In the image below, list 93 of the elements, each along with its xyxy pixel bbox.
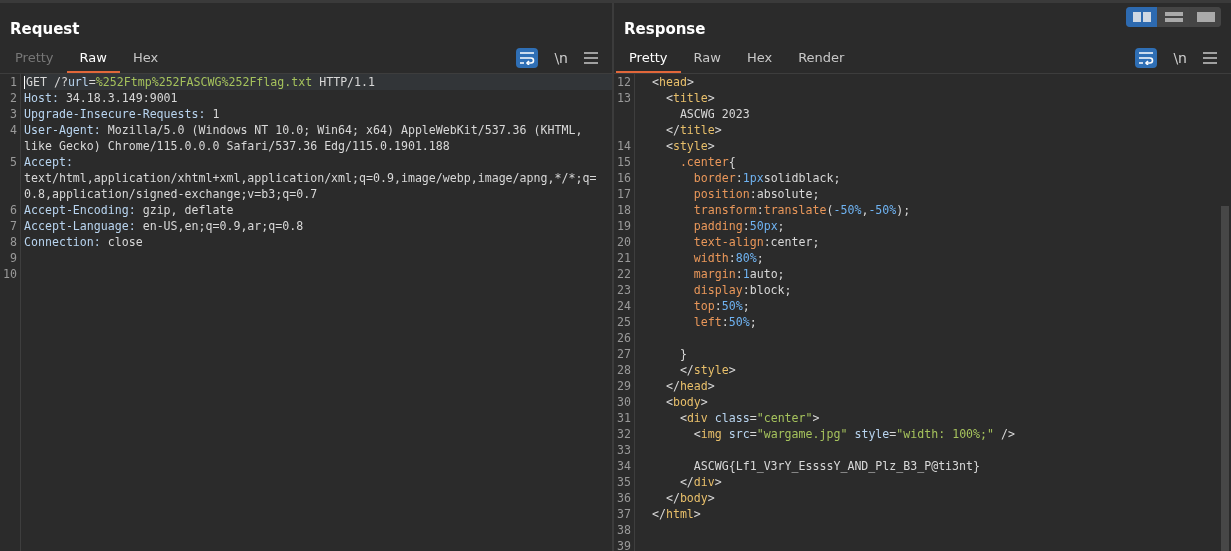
line-number: 18	[617, 203, 631, 217]
word-wrap-button[interactable]	[1135, 48, 1158, 68]
line-number: 6	[10, 203, 17, 217]
code-text: Accept-Encoding: gzip, deflate	[24, 203, 234, 217]
code-text: <title>	[664, 91, 715, 105]
line-number: 12	[617, 75, 631, 89]
side-by-side-layout-button[interactable]	[1126, 7, 1157, 27]
view-tab[interactable]: Hex	[733, 45, 786, 73]
line-number: 23	[617, 283, 631, 297]
line-number: 9	[10, 251, 17, 265]
code-text: Accept:	[24, 155, 73, 169]
code-text: </style>	[678, 363, 736, 377]
line-number: 7	[10, 219, 17, 233]
code-text: User-Agent: Mozilla/5.0 (Windows NT 10.0; Win64; x64) AppleWebKit/537.36 (KHTML,	[24, 123, 583, 137]
line-number: 1	[10, 75, 17, 89]
code-text: display:block;	[692, 283, 792, 297]
code-text: top:50%;	[692, 299, 750, 313]
code-text: }	[678, 347, 687, 361]
menu-icon[interactable]	[1203, 52, 1217, 64]
line-number: 8	[10, 235, 17, 249]
two-rows-icon	[1163, 11, 1184, 23]
code-text: text-align:center;	[692, 235, 820, 249]
view-tab[interactable]: Raw	[680, 45, 734, 73]
code-text: padding:50px;	[692, 219, 785, 233]
view-tab[interactable]: Pretty	[616, 45, 681, 73]
line-number: 19	[617, 219, 631, 233]
code-text: <div class="center">	[678, 411, 820, 425]
code-text: like Gecko) Chrome/115.0.0.0 Safari/537.36 Edg/115.0.1901.188	[24, 139, 450, 153]
code-text: position:absolute;	[692, 187, 820, 201]
two-columns-icon	[1131, 11, 1152, 23]
line-number: 17	[617, 187, 631, 201]
line-number: 28	[617, 363, 631, 377]
line-number: 25	[617, 315, 631, 329]
line-number: 30	[617, 395, 631, 409]
view-tab[interactable]: Render	[785, 45, 858, 73]
line-number: 10	[3, 267, 17, 281]
newline-toggle-button[interactable]: \n	[554, 50, 568, 66]
code-text: </body>	[664, 491, 715, 505]
code-text: border:1pxsolidblack;	[692, 171, 841, 185]
line-number: 34	[617, 459, 631, 473]
code-text: text/html,application/xhtml+xml,application/xml;q=0.9,image/webp,image/apng,*/*;q=	[24, 171, 597, 185]
line-number: 20	[617, 235, 631, 249]
single-panel-icon	[1195, 11, 1216, 23]
code-text: Host: 34.18.3.149:9001	[24, 91, 178, 105]
line-number: 16	[617, 171, 631, 185]
code-text: left:50%;	[692, 315, 757, 329]
line-number: 2	[10, 91, 17, 105]
code-text: <style>	[664, 139, 715, 153]
line-number: 13	[617, 91, 631, 105]
line-number: 33	[617, 443, 631, 457]
word-wrap-button[interactable]	[516, 48, 539, 68]
line-number: 27	[617, 347, 631, 361]
code-text: </title>	[664, 123, 722, 137]
code-text: Accept-Language: en-US,en;q=0.9,ar;q=0.8	[24, 219, 304, 233]
line-number: 31	[617, 411, 631, 425]
line-number: 29	[617, 379, 631, 393]
code-text: <head>	[650, 75, 694, 89]
line-number: 15	[617, 155, 631, 169]
menu-icon[interactable]	[584, 52, 598, 64]
line-number: 35	[617, 475, 631, 489]
code-text: ASCWG 2023	[678, 107, 750, 121]
view-tab[interactable]: Hex	[119, 45, 172, 73]
code-text: </div>	[678, 475, 722, 489]
code-text: Connection: close	[24, 235, 143, 249]
code-text: </head>	[664, 379, 715, 393]
newline-toggle-button[interactable]: \n	[1173, 50, 1187, 66]
line-number: 22	[617, 267, 631, 281]
code-text: margin:1auto;	[692, 267, 785, 281]
code-text: transform:translate(-50%,-50%);	[692, 203, 911, 217]
line-number: 39	[617, 539, 631, 551]
panel-title: Request	[10, 20, 80, 39]
panel-title: Response	[624, 20, 706, 39]
line-number: 21	[617, 251, 631, 265]
line-number: 37	[617, 507, 631, 521]
code-text: 0.8,application/signed-exchange;v=b3;q=0.7	[24, 187, 318, 201]
line-number: 36	[617, 491, 631, 505]
scrollbar[interactable]	[1221, 206, 1229, 551]
code-text: GET /?url=%252Ftmp%252FASCWG%252Fflag.txt HTTP/1.1	[26, 75, 376, 89]
code-text: Upgrade-Insecure-Requests: 1	[24, 107, 220, 121]
code-text: ASCWG{Lf1_V3rY_EssssY_AND_Plz_B3_P@ti3nt}	[692, 459, 981, 473]
code-text: .center{	[678, 155, 736, 169]
line-number: 32	[617, 427, 631, 441]
line-number: 5	[10, 155, 17, 169]
code-text: width:80%;	[692, 251, 764, 265]
code-text: </html>	[650, 507, 701, 521]
line-number: 14	[617, 139, 631, 153]
line-number: 38	[617, 523, 631, 537]
line-number: 4	[10, 123, 17, 137]
line-number: 24	[617, 299, 631, 313]
code-text: <body>	[664, 395, 708, 409]
line-number: 26	[617, 331, 631, 345]
code-text: <img src="wargame.jpg" style="width: 100%;" />	[692, 427, 1015, 441]
line-number: 3	[10, 107, 17, 121]
